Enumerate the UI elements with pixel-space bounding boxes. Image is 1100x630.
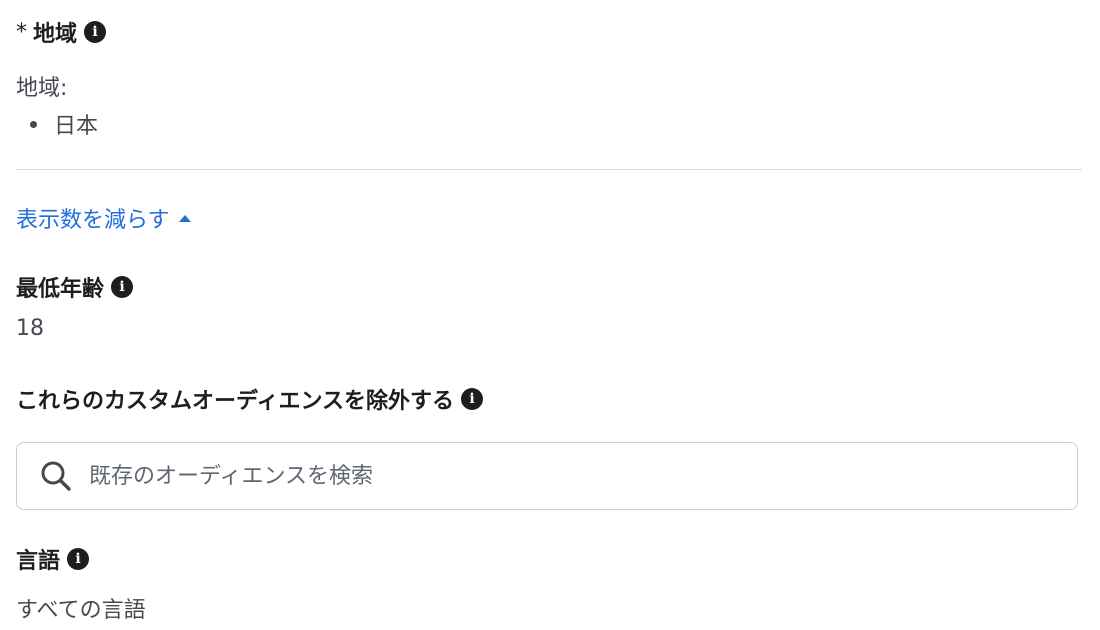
info-icon[interactable]: i (461, 388, 484, 410)
language-title-row: 言語 i (16, 543, 90, 575)
divider (16, 169, 1082, 170)
language-value: すべての言語 (16, 598, 146, 623)
search-icon (41, 461, 71, 491)
exclude-audiences-title: これらのカスタムオーディエンスを除外する (16, 389, 455, 414)
region-item: 日本 (54, 114, 99, 139)
info-icon[interactable]: i (84, 21, 107, 43)
caret-up-icon (178, 214, 191, 222)
min-age-title-row: 最低年齢 i (16, 271, 134, 303)
exclude-audiences-title-row: これらのカスタムオーディエンスを除外する i (16, 383, 484, 415)
info-icon[interactable]: i (111, 276, 134, 298)
audience-search-box[interactable] (16, 442, 1078, 510)
bullet-icon (30, 120, 37, 128)
min-age-value: 18 (16, 316, 44, 341)
min-age-title: 最低年齢 (16, 277, 105, 302)
show-less-link[interactable]: 表示数を減らす (16, 202, 191, 234)
language-title: 言語 (16, 549, 61, 574)
info-icon[interactable]: i (67, 548, 90, 570)
show-less-label: 表示数を減らす (16, 208, 170, 233)
required-mark: * (16, 19, 27, 45)
list-item: 日本 (16, 108, 98, 140)
region-title: 地域 (33, 22, 78, 47)
region-label: 地域: (16, 76, 68, 101)
region-title-row: * 地域 i (16, 16, 107, 48)
audience-search-input[interactable] (89, 463, 1049, 489)
